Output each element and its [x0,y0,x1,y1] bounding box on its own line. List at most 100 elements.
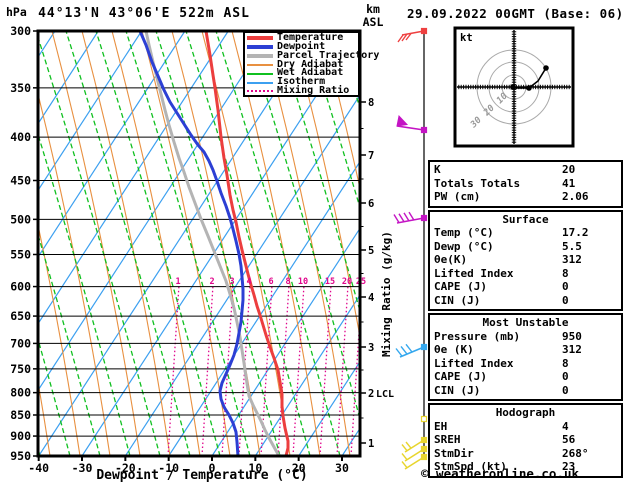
temp-tick-label: -40 [28,461,49,475]
panel-row: Lifted Index 8 [434,357,617,371]
panel-row-label: StmDir [434,446,474,460]
panel-section: Most Unstable Pressure (mb) 950 θe (K) 312 Li… [428,313,623,401]
km-tick-label: 2 [368,388,374,400]
panel-section-title: Most Unstable [482,316,569,329]
panel-row: Dewp (°C) 5.5 [434,240,617,254]
legend-swatch [247,63,273,66]
legend-swatch [247,54,273,59]
mixing-ratio-line [167,284,180,456]
hodograph-trace [513,67,547,89]
panel-row-value: 8 [562,356,569,370]
panel-row-label: CIN (J) [434,293,481,307]
pressure-axis-unit: hPa [6,5,27,19]
panel-section: Surface Temp (°C) 17.2 Dewp (°C) 5.5 θe(K) 312… [428,209,623,311]
panel-row-label: CAPE (J) [434,280,487,293]
panel-row-value: 5.5 [562,239,582,253]
wind-barb [393,211,428,224]
mixing-ratio-value-label: 3 [229,277,234,287]
panel-row-label: CIN (J) [434,383,481,397]
panel-row-value: 20 [562,163,576,176]
wind-barb [395,343,428,358]
wind-barb [420,415,428,423]
panel-row-value: 268° [562,446,589,460]
panel-row-value: 312 [562,343,582,356]
wind-barb [396,114,428,134]
panel-row: Lifted Index 8 [434,267,617,281]
indices-panel: K 20 Totals Totals 41 PW (cm) 2.06 Surface Temp… [428,160,623,480]
mixing-ratio-axis-label: Mixing Ratio (g/kg) [380,231,393,357]
hodograph-point [543,65,549,71]
panel-row-label: θe(K) [434,253,468,266]
km-axis-unit: km [366,2,380,16]
legend-swatch [247,72,273,75]
pressure-tick-label: 650 [10,309,31,323]
mixing-ratio-value-label: 10 [298,277,308,287]
panel-row-label: Dewp (°C) [434,239,494,253]
legend-swatch [247,36,273,41]
panel-row: EH 4 [434,420,617,434]
panel-row-label: Lifted Index [434,356,514,370]
panel-row-value: 0 [562,293,569,307]
pressure-tick-label: 900 [10,429,31,443]
copyright-text: © weatheronline.co.uk [421,466,580,481]
pressure-tick-label: 800 [10,386,31,400]
panel-row-label: Totals Totals [434,176,521,190]
panel-row-value: 0 [562,383,569,397]
legend-swatch [247,81,273,84]
panel-row-value: 2.06 [562,190,589,203]
valid-datetime: 29.09.2022 00GMT (Base: 06) [407,6,624,21]
panel-row-label: CAPE (J) [434,370,487,383]
temp-tick-label: 30 [335,461,349,475]
skewt-sounding-app: 1 2 3 4 6 8 10 15 20 25 300 350 400 450 500 550 600 650 70… [0,0,629,486]
page-title: 44°13'N 43°06'E 522m ASL [38,6,250,21]
km-tick-label: 1 [368,438,374,450]
mixing-ratio-value-label: 2 [209,277,214,287]
km-tick-label: 3 [368,342,374,354]
panel-row-value: 0 [562,370,569,383]
pressure-tick-label: 400 [10,130,31,144]
lcl-marker-label: LCL [376,389,394,400]
panel-row-label: SREH [434,433,461,446]
panel-row: Temp (°C) 17.2 [434,226,617,240]
km-tick-label: 4 [368,292,374,304]
panel-row-label: θe (K) [434,343,474,356]
legend-swatch [247,45,273,50]
panel-row: K 20 [434,163,617,177]
mixing-ratio-value-label: 4 [246,277,251,287]
panel-row-value: 950 [562,329,582,343]
pressure-tick-label: 300 [10,24,31,38]
hodograph-unit-label: kt [460,32,473,44]
pressure-tick-label: 600 [10,280,31,294]
legend-label: Mixing Ratio [277,85,350,97]
mixing-ratio-value-label: 15 [325,277,335,287]
panel-row: SREH 56 [434,433,617,447]
pressure-tick-label: 700 [10,336,31,350]
panel-row-value: 312 [562,253,582,266]
km-tick-label: 8 [368,97,374,109]
panel-row: Totals Totals 41 [434,177,617,191]
mixing-ratio-value-label: 20 [342,277,352,287]
pressure-tick-label: 500 [10,212,31,226]
panel-row: CIN (J) 0 [434,384,617,398]
km-axis-unit2: ASL [362,15,384,29]
panel-row-value: 56 [562,433,576,446]
x-axis-label: Dewpoint / Temperature (°C) [96,468,308,483]
pressure-tick-label: 550 [10,247,31,261]
panel-row-label: PW (cm) [434,190,481,203]
panel-row-label: K [434,163,441,176]
legend-item: Mixing Ratio [247,85,358,97]
panel-section-title: Surface [502,212,549,226]
wind-barb [397,27,428,43]
panel-row: PW (cm) 2.06 [434,190,617,204]
hodograph-ring-label: 20 [481,103,497,119]
pressure-tick-label: 850 [10,408,31,422]
panel-row-label: Pressure (mb) [434,329,521,343]
legend-swatch [247,90,273,93]
hodograph-point [526,85,532,91]
legend: Temperature Dewpoint Parcel Trajectory Dry … [243,31,379,97]
panel-row-label: Lifted Index [434,266,514,280]
panel-section: K 20 Totals Totals 41 PW (cm) 2.06 [428,160,623,208]
km-tick-label: 5 [368,245,374,257]
panel-row: StmDir 268° [434,447,617,461]
panel-row-value: 4 [562,419,569,433]
